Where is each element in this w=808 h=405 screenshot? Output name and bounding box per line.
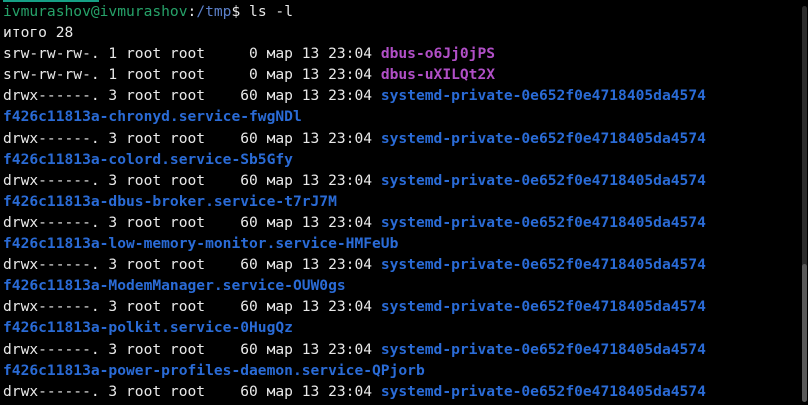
listing-row: drwx------. 3 root root 60 мар 13 23:04 … (3, 254, 808, 275)
directory-filename: systemd-private-0e652f0e4718405da4574 (380, 256, 706, 274)
socket-filename: dbus-o6Jj0jPS (380, 45, 496, 63)
prompt-sigil: $ (231, 3, 250, 20)
scrollbar-thumb[interactable] (802, 264, 807, 402)
prompt-user-host: ivmurashov@ivmurashov (3, 3, 188, 20)
entry-meta: srw-rw-rw-. 1 root root 0 мар 13 23:04 (3, 45, 381, 63)
prompt-line: ivmurashov@ivmurashov:/tmp$ ls -l (3, 1, 808, 22)
directory-filename-wrap: f426c11813a-ModemManager.service-OUW0gs (3, 277, 346, 295)
listing-row: drwx------. 3 root root 60 мар 13 23:04 … (3, 296, 808, 317)
directory-filename-wrap: f426c11813a-dbus-broker.service-t7rJ7M (3, 192, 337, 210)
listing-row: drwx------. 3 root root 60 мар 13 23:04 … (3, 381, 808, 402)
listing-row: drwx------. 3 root root 60 мар 13 23:04 … (3, 212, 808, 233)
terminal-output: ivmurashov@ivmurashov:/tmp$ ls -l итого … (3, 1, 808, 402)
directory-filename: systemd-private-0e652f0e4718405da4574 (380, 171, 706, 189)
listing-row: drwx------. 3 root root 60 мар 13 23:04 … (3, 128, 808, 149)
directory-filename: systemd-private-0e652f0e4718405da4574 (380, 382, 706, 400)
entry-meta: drwx------. 3 root root 60 мар 13 23:04 (3, 340, 381, 358)
entry-meta: drwx------. 3 root root 60 мар 13 23:04 (3, 298, 381, 316)
prompt-path: /tmp (196, 3, 232, 20)
terminal-window[interactable]: ivmurashov@ivmurashov:/tmp$ ls -l итого … (0, 0, 808, 405)
directory-filename: systemd-private-0e652f0e4718405da4574 (380, 298, 706, 316)
listing-row: srw-rw-rw-. 1 root root 0 мар 13 23:04 d… (3, 64, 808, 85)
socket-filename: dbus-uXILQt2X (380, 66, 496, 84)
listing-row: drwx------. 3 root root 60 мар 13 23:04 … (3, 339, 808, 360)
entry-meta: drwx------. 3 root root 60 мар 13 23:04 (3, 256, 381, 274)
entry-meta: srw-rw-rw-. 1 root root 0 мар 13 23:04 (3, 66, 381, 84)
directory-filename-wrap: f426c11813a-power-profiles-daemon.servic… (3, 361, 425, 379)
directory-filename-wrap: f426c11813a-polkit.service-0HugQz (3, 319, 293, 337)
entry-meta: drwx------. 3 root root 60 мар 13 23:04 (3, 129, 381, 147)
directory-filename-wrap: f426c11813a-chronyd.service-fwgNDl (3, 108, 302, 126)
directory-filename: systemd-private-0e652f0e4718405da4574 (380, 213, 706, 231)
directory-filename: systemd-private-0e652f0e4718405da4574 (380, 129, 706, 147)
prompt-separator: : (187, 3, 197, 20)
directory-filename-wrap: f426c11813a-colord.service-Sb5Gfy (3, 150, 293, 168)
command-text: ls -l (249, 3, 293, 20)
scrollbar[interactable] (802, 6, 807, 402)
listing-row: drwx------. 3 root root 60 мар 13 23:04 … (3, 170, 808, 191)
directory-filename-wrap: f426c11813a-low-memory-monitor.service-H… (3, 235, 399, 253)
listing: srw-rw-rw-. 1 root root 0 мар 13 23:04 d… (3, 43, 808, 402)
entry-meta: drwx------. 3 root root 60 мар 13 23:04 (3, 171, 381, 189)
entry-meta: drwx------. 3 root root 60 мар 13 23:04 (3, 213, 381, 231)
entry-meta: drwx------. 3 root root 60 мар 13 23:04 (3, 87, 381, 105)
listing-row: drwx------. 3 root root 60 мар 13 23:04 … (3, 85, 808, 106)
directory-filename: systemd-private-0e652f0e4718405da4574 (380, 87, 706, 105)
total-line: итого 28 (3, 24, 74, 42)
listing-row: srw-rw-rw-. 1 root root 0 мар 13 23:04 d… (3, 43, 808, 64)
directory-filename: systemd-private-0e652f0e4718405da4574 (380, 340, 706, 358)
entry-meta: drwx------. 3 root root 60 мар 13 23:04 (3, 382, 381, 400)
